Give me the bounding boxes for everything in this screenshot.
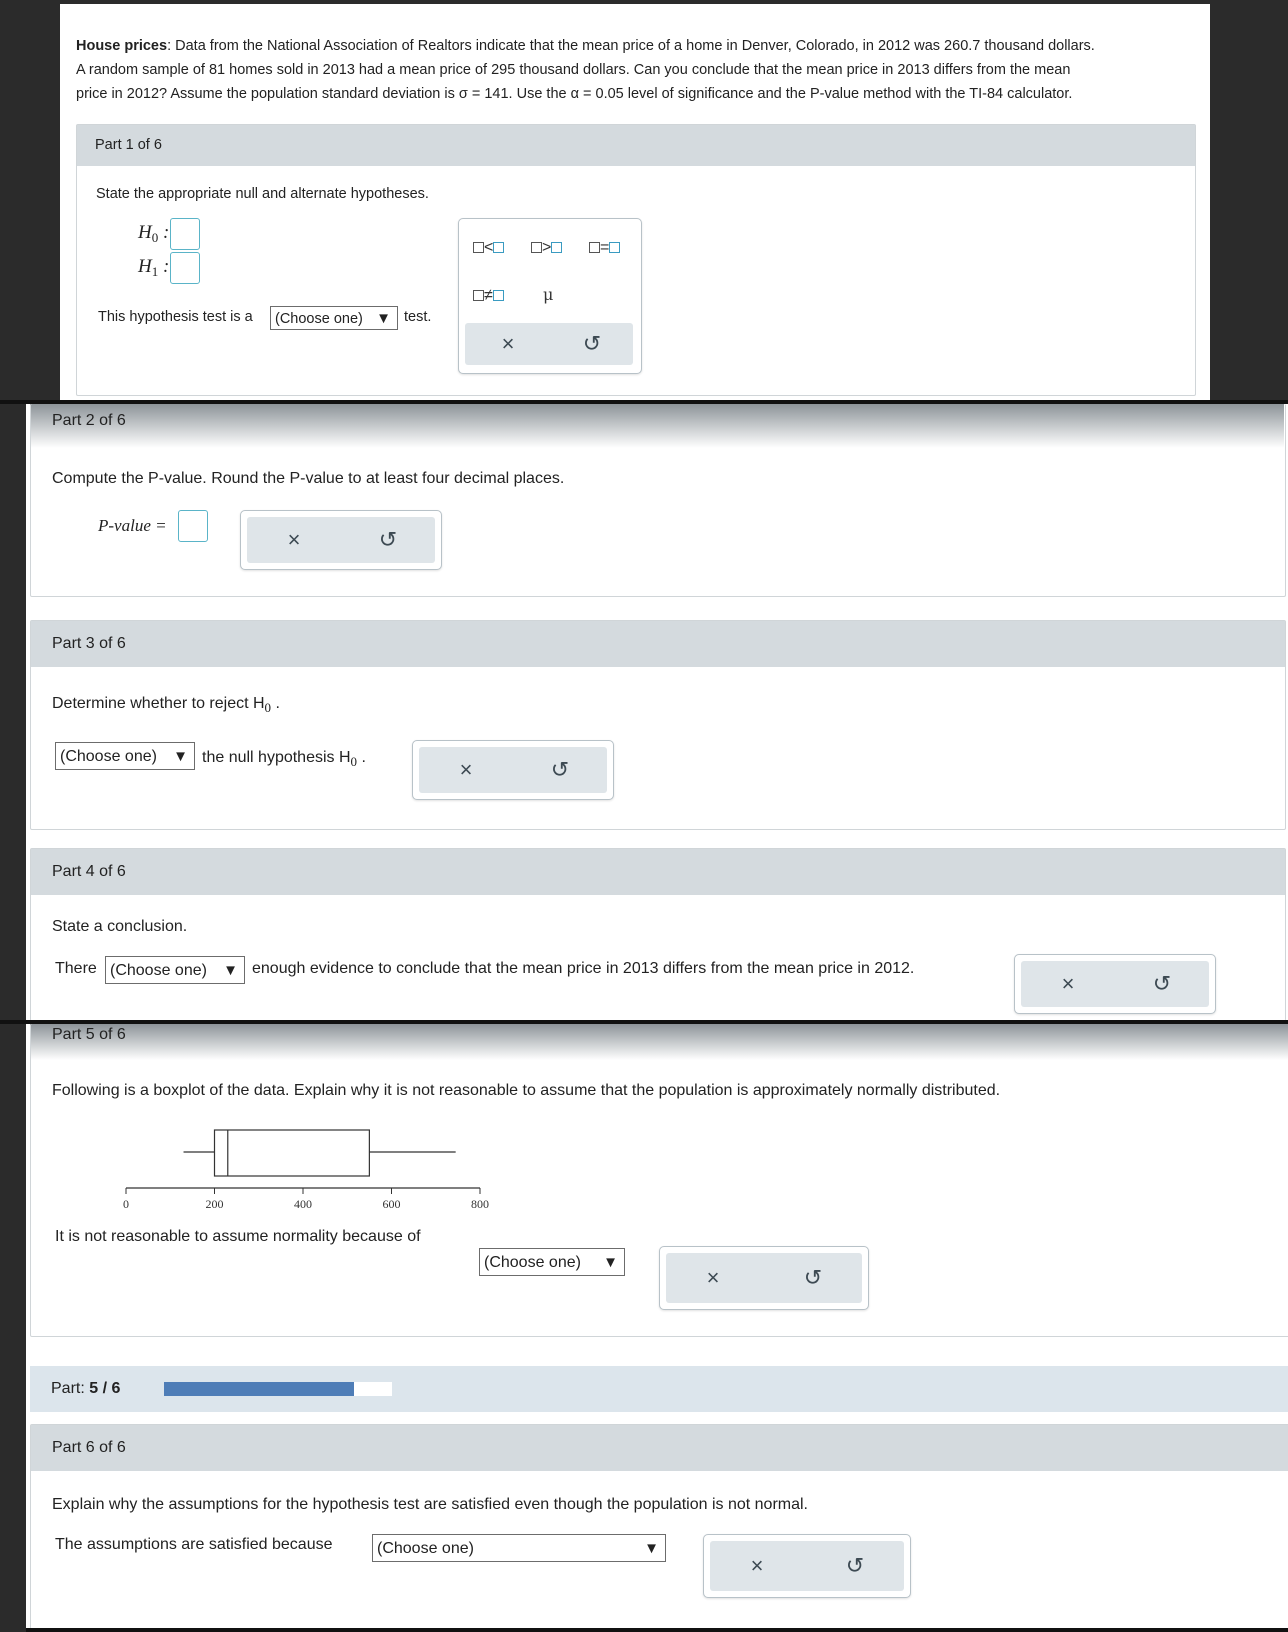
part4-prefix: There [55, 960, 97, 977]
progress-track [164, 1382, 392, 1396]
part2-toolstrip: × ↺ [247, 517, 435, 563]
part6-header: Part 6 of 6 [31, 1425, 1288, 1471]
part5-instruction: Following is a boxplot of the data. Expl… [52, 1082, 1001, 1099]
problem-text-1: : Data from the National Association of … [167, 38, 1095, 54]
undo-icon[interactable]: ↺ [373, 525, 403, 555]
part3-header: Part 3 of 6 [31, 621, 1285, 667]
part1-header: Part 1 of 6 [77, 125, 1195, 166]
h0-label: H0 : [138, 222, 170, 245]
part5-toolbox: × ↺ [659, 1246, 869, 1310]
x-tick-label: 800 [471, 1197, 489, 1211]
reject-select-value: (Choose one) [60, 748, 157, 765]
bottom-edge [26, 1628, 1288, 1632]
pvalue-label: P-value = [98, 516, 167, 535]
part6-toolstrip: × ↺ [710, 1541, 904, 1591]
reject-select[interactable]: (Choose one) ▼ [55, 742, 195, 770]
part3-instruction: Determine whether to reject H0 . [52, 695, 280, 715]
parts-2-4-panel: Part 2 of 6 Compute the P-value. Round t… [26, 404, 1288, 1021]
part3-toolstrip: × ↺ [419, 747, 607, 793]
part6-toolbox: × ↺ [703, 1534, 911, 1598]
less-than-button[interactable]: < [473, 239, 505, 257]
clear-icon[interactable]: × [742, 1551, 772, 1581]
test-prefix: This hypothesis test is a [98, 309, 253, 325]
chevron-down-icon: ▼ [173, 748, 188, 765]
clear-icon[interactable]: × [493, 329, 523, 359]
part2-toolbox: × ↺ [240, 510, 442, 570]
part4-instruction: State a conclusion. [52, 918, 188, 935]
chevron-down-icon: ▼ [644, 1540, 659, 1557]
not-equal-button[interactable]: ≠ [473, 287, 504, 305]
undo-icon[interactable]: ↺ [840, 1551, 870, 1581]
part1-header-label: Part 1 of 6 [95, 137, 162, 153]
part3-suffix: the null hypothesis H0 . [202, 749, 366, 769]
undo-icon[interactable]: ↺ [1147, 969, 1177, 999]
part5-toolstrip: × ↺ [666, 1253, 862, 1303]
clear-icon[interactable]: × [1053, 969, 1083, 999]
palette-toolstrip: × ↺ [465, 323, 633, 365]
part3-toolbox: × ↺ [412, 740, 614, 800]
pvalue-input[interactable] [178, 510, 208, 542]
boxplot-chart: 0 200 400 600 800 [123, 1129, 489, 1211]
test-type-select[interactable]: (Choose one) ▼ [270, 306, 398, 330]
undo-icon[interactable]: ↺ [577, 329, 607, 359]
part3-header-label: Part 3 of 6 [52, 635, 126, 652]
normality-select[interactable]: (Choose one) ▼ [479, 1248, 625, 1276]
undo-icon[interactable]: ↺ [798, 1263, 828, 1293]
assumptions-select[interactable]: (Choose one) ▼ [372, 1534, 666, 1562]
symbol-palette: < > = ≠ μ × ↺ [458, 218, 642, 374]
x-tick-label: 0 [123, 1197, 129, 1211]
part6-instruction: Explain why the assumptions for the hypo… [52, 1496, 808, 1513]
mu-button[interactable]: μ [543, 285, 553, 304]
clear-icon[interactable]: × [279, 525, 309, 555]
evidence-select-value: (Choose one) [110, 962, 207, 979]
h1-input[interactable] [170, 252, 200, 284]
iqr-box [213, 1129, 370, 1177]
progress-value: 5 / 6 [89, 1380, 121, 1397]
part5-prefix: It is not reasonable to assume normality… [55, 1228, 421, 1245]
part4-header-label: Part 4 of 6 [52, 863, 126, 880]
progress-fill [164, 1382, 354, 1396]
assumptions-select-value: (Choose one) [377, 1540, 474, 1557]
x-tick-label: 200 [206, 1197, 224, 1211]
undo-icon[interactable]: ↺ [545, 755, 575, 785]
parts-5-6-panel: Part 5 of 6 Following is a boxplot of th… [26, 1024, 1288, 1629]
problem-line-2: A random sample of 81 homes sold in 2013… [76, 62, 1071, 78]
chevron-down-icon: ▼ [223, 962, 238, 979]
clear-icon[interactable]: × [698, 1263, 728, 1293]
part2-card [30, 404, 1286, 597]
problem-panel: House prices: Data from the National Ass… [60, 4, 1210, 400]
h1-label: H1 : [138, 256, 170, 279]
part4-suffix: enough evidence to conclude that the mea… [252, 960, 915, 977]
test-type-select-value: (Choose one) [275, 311, 363, 327]
part6-prefix: The assumptions are satisfied because [55, 1536, 333, 1553]
chevron-down-icon: ▼ [603, 1254, 618, 1271]
x-tick-label: 600 [383, 1197, 401, 1211]
h0-input[interactable] [170, 218, 200, 250]
progress-label: Part: 5 / 6 [51, 1380, 121, 1397]
progress-bar-row: Part: 5 / 6 [30, 1366, 1288, 1412]
part6-header-label: Part 6 of 6 [52, 1439, 126, 1456]
chevron-down-icon: ▼ [376, 310, 391, 327]
test-suffix: test. [404, 309, 432, 325]
x-tick-label: 400 [294, 1197, 312, 1211]
greater-than-button[interactable]: > [531, 239, 563, 257]
normality-select-value: (Choose one) [484, 1254, 581, 1271]
problem-title: House prices [76, 38, 168, 54]
problem-line-1: House prices: Data from the National Ass… [76, 38, 1095, 54]
equals-button[interactable]: = [589, 239, 621, 257]
part1-instruction: State the appropriate null and alternate… [96, 186, 429, 202]
part4-header: Part 4 of 6 [31, 849, 1285, 895]
evidence-select[interactable]: (Choose one) ▼ [105, 956, 245, 984]
part4-toolbox: × ↺ [1014, 954, 1216, 1014]
clear-icon[interactable]: × [451, 755, 481, 785]
problem-line-3: price in 2012? Assume the population sta… [76, 86, 1073, 102]
part4-toolstrip: × ↺ [1021, 961, 1209, 1007]
part2-instruction: Compute the P-value. Round the P-value t… [52, 470, 565, 487]
